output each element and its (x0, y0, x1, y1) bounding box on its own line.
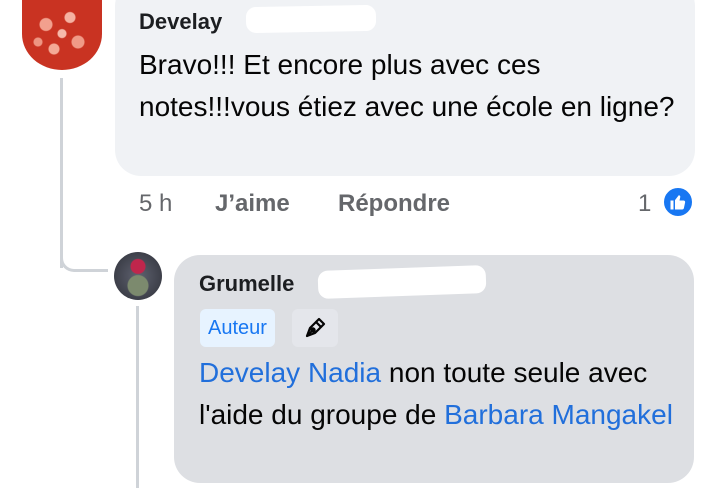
reply-text: Develay Nadia non toute seule avec l'aid… (199, 352, 679, 436)
mention-link[interactable]: Barbara Mangakel (444, 399, 673, 430)
redaction-mark (245, 4, 377, 34)
comment-text: Bravo!!! Et encore plus avec ces notes!!… (139, 49, 675, 122)
redaction-mark (317, 265, 487, 299)
mention-link[interactable]: Develay Nadia (199, 357, 381, 388)
thread-line-vertical-reply (136, 306, 139, 488)
comment-author-name[interactable]: Develay (139, 9, 222, 35)
reply-author-name[interactable]: Grumelle (199, 271, 294, 297)
avatar-replier[interactable] (114, 252, 162, 300)
pen-nib-icon (292, 309, 338, 347)
comment-timestamp[interactable]: 5 h (139, 190, 172, 218)
reply-button[interactable]: Répondre (338, 190, 450, 218)
reaction-count[interactable]: 1 (638, 190, 651, 218)
thumbs-up-icon[interactable] (662, 186, 694, 218)
author-badge: Auteur (200, 309, 275, 347)
thread-line-curve (60, 240, 108, 272)
like-button[interactable]: J’aime (215, 190, 290, 218)
avatar-commenter[interactable] (22, 0, 102, 70)
